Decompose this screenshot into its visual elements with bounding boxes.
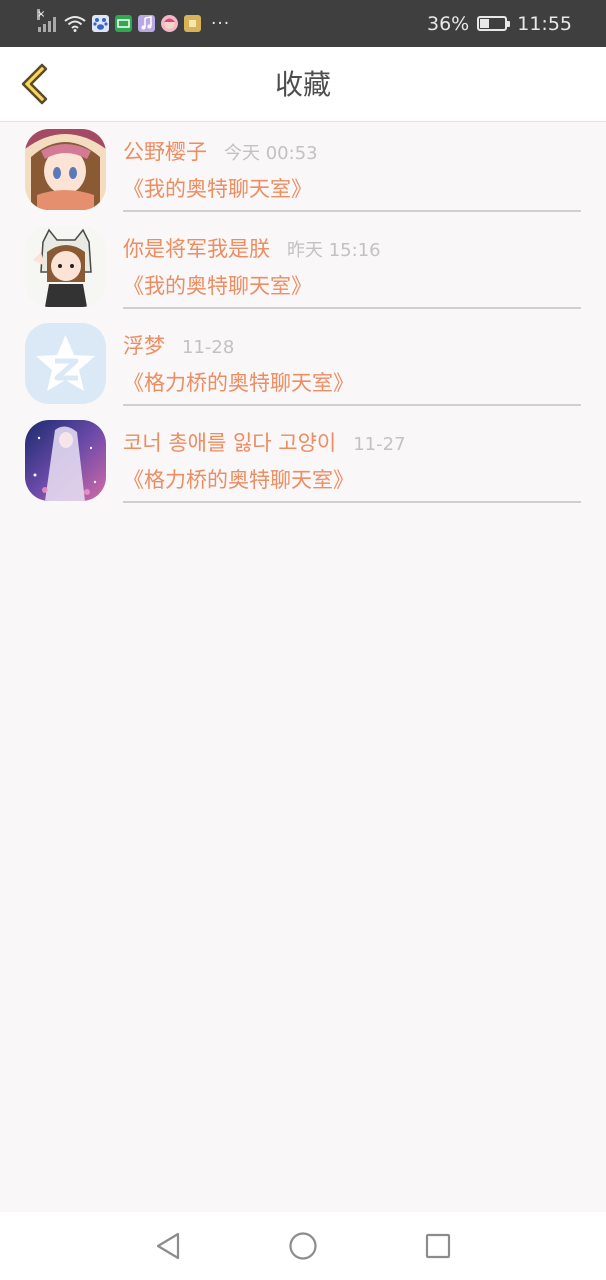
avatar[interactable] <box>25 420 106 501</box>
timestamp: 昨天 15:16 <box>287 240 381 261</box>
battery-icon <box>477 16 511 31</box>
timestamp: 今天 00:53 <box>224 143 318 164</box>
user-name: 你是将军我是朕 <box>123 237 270 261</box>
item-info: 코너 총애를 잃다 고양이 11-27 《格力桥的奥特聊天室》 <box>123 413 581 503</box>
timestamp: 11-28 <box>182 337 235 358</box>
room-name: 《格力桥的奥特聊天室》 <box>123 468 354 492</box>
item-info: 公野樱子 今天 00:53 《我的奥特聊天室》 <box>123 122 581 212</box>
room-name: 《我的奥特聊天室》 <box>123 177 312 201</box>
more-notifications: ··· <box>211 13 231 34</box>
battery-fill <box>480 19 490 28</box>
battery-percent: 36% <box>427 12 470 35</box>
list-item[interactable]: 코너 총애를 잃다 고양이 11-27 《格力桥的奥特聊天室》 <box>0 413 606 510</box>
nav-back-button[interactable] <box>152 1230 184 1262</box>
room-name: 《格力桥的奥特聊天室》 <box>123 371 354 395</box>
header: 收藏 <box>0 47 606 122</box>
user-name: 公野樱子 <box>123 140 207 164</box>
avatar[interactable] <box>25 323 106 404</box>
list-item[interactable]: 浮梦 11-28 《格力桥的奥特聊天室》 <box>0 316 606 413</box>
list-item[interactable]: 你是将军我是朕 昨天 15:16 《我的奥特聊天室》 <box>0 219 606 316</box>
nav-recents-button[interactable] <box>422 1230 454 1262</box>
music-icon <box>138 15 155 32</box>
user-name: 浮梦 <box>123 334 165 358</box>
wifi-icon <box>64 16 86 32</box>
home-circle-icon <box>289 1232 317 1260</box>
back-triangle-icon <box>156 1232 180 1260</box>
item-info: 浮梦 11-28 《格力桥的奥特聊天室》 <box>123 316 581 406</box>
signal-icon: × <box>37 9 58 32</box>
pink-avatar-icon <box>161 15 178 32</box>
page-title: 收藏 <box>274 68 331 101</box>
avatar[interactable] <box>25 129 106 210</box>
green-app-icon <box>115 15 132 32</box>
favorites-list: 公野樱子 今天 00:53 《我的奥特聊天室》 你是将军我是朕 昨天 15:16 <box>0 122 606 510</box>
status-right: 36% 11:55 <box>427 13 572 35</box>
status-left: × ··· <box>37 9 427 34</box>
yellow-app-icon <box>184 15 201 32</box>
avatar[interactable] <box>25 226 106 307</box>
status-bar: × ··· 36% 11:55 <box>0 0 606 47</box>
qzone-star-icon <box>25 323 106 404</box>
nav-home-button[interactable] <box>287 1230 319 1262</box>
room-name: 《我的奥特聊天室》 <box>123 274 312 298</box>
timestamp: 11-27 <box>353 434 406 455</box>
baidu-paw-icon <box>92 15 109 32</box>
recents-square-icon <box>425 1233 451 1259</box>
item-info: 你是将军我是朕 昨天 15:16 《我的奥特聊天室》 <box>123 219 581 309</box>
system-nav-bar <box>0 1212 606 1280</box>
user-name: 코너 총애를 잃다 고양이 <box>123 431 337 455</box>
list-item[interactable]: 公野樱子 今天 00:53 《我的奥特聊天室》 <box>0 122 606 219</box>
clock: 11:55 <box>517 12 572 35</box>
